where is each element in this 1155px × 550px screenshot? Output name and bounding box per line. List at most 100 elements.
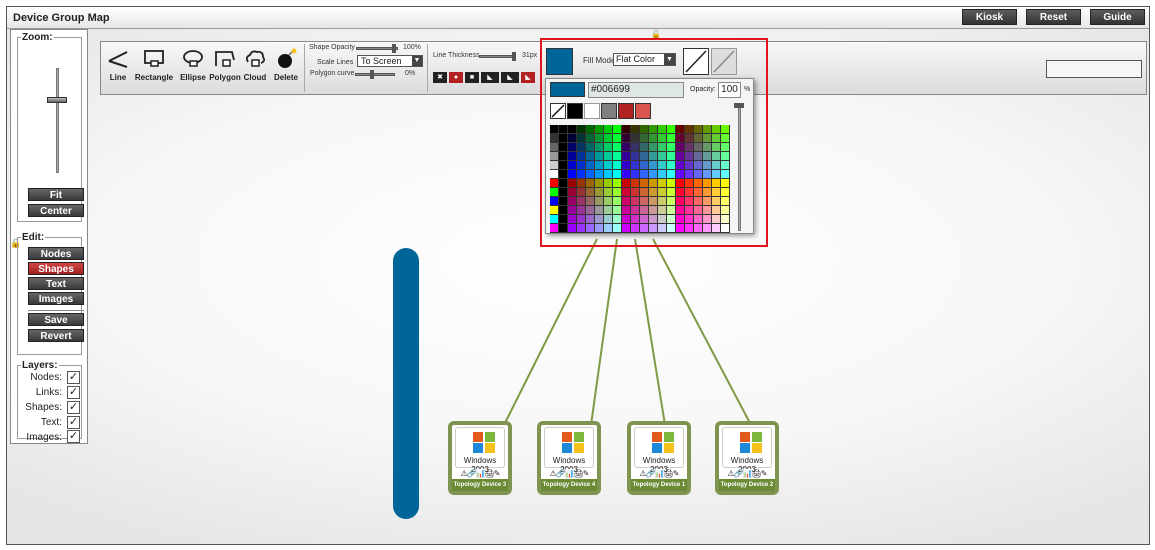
scale-lines-selected: To Screen <box>361 56 402 66</box>
polygon-curve-label: Polygon curve <box>310 70 355 77</box>
edit-group: Edit: Nodes Shapes Text Images Save Reve… <box>17 232 84 355</box>
node-name: Topology Device 2 <box>719 479 775 491</box>
node-card: Windows 2003 <box>634 427 684 474</box>
fit-button[interactable]: Fit <box>28 188 84 201</box>
layer-shapes-row[interactable]: Shapes: ✓ <box>20 401 82 415</box>
zoom-slider-handle[interactable] <box>47 97 67 103</box>
layer-text-row[interactable]: Text: ✓ <box>20 416 82 430</box>
save-button[interactable]: Save <box>28 313 84 326</box>
layer-images-checkbox[interactable]: ✓ <box>67 430 80 443</box>
device-node[interactable]: Windows 2003 ⚠🔗📊🖨✎ Topology Device 4 <box>537 421 601 495</box>
line-tool-label: Line <box>109 73 127 82</box>
left-control-panel: Zoom: Fit Center 🔒 Edit: Nodes Shapes Te… <box>10 29 88 444</box>
link-line[interactable] <box>652 238 752 426</box>
link-line[interactable] <box>590 238 618 426</box>
rectangle-icon <box>144 50 164 67</box>
node-name: Topology Device 4 <box>541 479 597 491</box>
link-line[interactable] <box>634 238 666 426</box>
zoom-label: Zoom: <box>21 32 54 43</box>
zoom-group: Zoom: Fit Center <box>17 32 84 222</box>
line-thickness-value: 31px <box>522 52 538 59</box>
node-name: Topology Device 3 <box>452 479 508 491</box>
nodes-edit-button[interactable]: Nodes <box>28 247 84 260</box>
reset-button[interactable]: Reset <box>1026 9 1081 25</box>
windows-logo-icon <box>562 432 584 453</box>
text-edit-button[interactable]: Text <box>28 277 84 290</box>
windows-logo-icon <box>473 432 495 453</box>
cloud-icon <box>245 50 266 67</box>
windows-logo-icon <box>740 432 762 453</box>
title-bar: Device Group Map Kiosk Reset Guide <box>7 7 1149 29</box>
link-line[interactable] <box>503 238 598 426</box>
polygon-tool-label: Polygon <box>209 73 241 82</box>
chevron-down-icon: ▼ <box>412 56 422 66</box>
polygon-curve-handle[interactable] <box>370 70 374 79</box>
rectangle-tool[interactable]: Rectangle <box>131 48 177 82</box>
shape-opacity-value: 100% <box>403 44 421 51</box>
scale-lines-select[interactable]: To Screen ▼ <box>357 55 423 67</box>
polygon-curve-slider[interactable] <box>355 73 395 76</box>
polygon-curve-value: 0% <box>405 70 416 77</box>
line-join-round-icon[interactable]: ◣ <box>521 72 535 83</box>
layer-images-row[interactable]: Images: ✓ <box>20 430 82 443</box>
shape-opacity-handle[interactable] <box>392 44 396 53</box>
ellipse-tool-label: Ellipse <box>180 73 206 82</box>
layer-links-checkbox[interactable]: ✓ <box>67 386 80 399</box>
layer-label: Text: <box>40 417 62 428</box>
device-node[interactable]: Windows 2003 ⚠🔗📊🖨✎ Topology Device 1 <box>627 421 691 495</box>
layer-label: Images: <box>26 432 62 443</box>
cloud-tool-label: Cloud <box>243 73 267 82</box>
delete-tool[interactable]: Delete <box>271 48 301 82</box>
line-join-bevel-icon[interactable]: ◣ <box>501 72 519 83</box>
layer-label: Links: <box>35 387 62 398</box>
layer-label: Shapes: <box>25 402 62 413</box>
delete-tool-label: Delete <box>273 73 298 82</box>
line-thickness-handle[interactable] <box>512 52 516 61</box>
line-cap-none-icon[interactable]: ✖ <box>433 72 447 83</box>
node-card: Windows 2003 <box>722 427 772 474</box>
line-tool[interactable]: Line <box>105 48 131 82</box>
kiosk-button[interactable]: Kiosk <box>962 9 1017 25</box>
highlight-box <box>540 38 768 247</box>
windows-logo-icon <box>652 432 674 453</box>
device-node[interactable]: Windows 2003 ⚠🔗📊🖨✎ Topology Device 3 <box>448 421 512 495</box>
zoom-slider-track[interactable] <box>56 68 59 173</box>
status-icons: ⚠🔗📊🖨✎ <box>460 469 501 478</box>
toolbar-divider <box>427 44 428 92</box>
line-join-miter-icon[interactable]: ◣ <box>481 72 499 83</box>
guide-button[interactable]: Guide <box>1090 9 1145 25</box>
line-icon <box>108 51 128 68</box>
line-cap-round-icon[interactable]: ● <box>449 72 463 83</box>
node-card: Windows 2003 <box>455 427 505 474</box>
shape-opacity-label: Shape Opacity <box>309 44 355 51</box>
rectangle-tool-label: Rectangle <box>134 73 174 82</box>
layer-links-row[interactable]: Links: ✓ <box>20 386 82 400</box>
line-cap-square-icon[interactable]: ■ <box>465 72 479 83</box>
status-icons: ⚠🔗📊🖨✎ <box>549 469 590 478</box>
cloud-tool[interactable]: Cloud <box>241 48 269 82</box>
ellipse-icon <box>183 50 203 67</box>
node-card: Windows 2003 <box>544 427 594 474</box>
polygon-tool[interactable]: Polygon <box>209 48 241 82</box>
layer-nodes-row[interactable]: Nodes: ✓ <box>20 371 82 385</box>
device-group-map-window: Device Group Map Kiosk Reset Guide Zoom:… <box>6 6 1150 545</box>
layers-label: Layers: <box>21 360 59 371</box>
images-edit-button[interactable]: Images <box>28 292 84 305</box>
layer-text-checkbox[interactable]: ✓ <box>67 416 80 429</box>
device-node[interactable]: Windows 2003 ⚠🔗📊🖨✎ Topology Device 2 <box>715 421 779 495</box>
shapes-edit-button[interactable]: Shapes <box>28 262 84 275</box>
node-name: Topology Device 1 <box>631 479 687 491</box>
center-button[interactable]: Center <box>28 204 84 217</box>
layer-nodes-checkbox[interactable]: ✓ <box>67 371 80 384</box>
layer-shapes-checkbox[interactable]: ✓ <box>67 401 80 414</box>
bomb-icon <box>278 48 297 68</box>
revert-button[interactable]: Revert <box>28 329 84 342</box>
status-icons: ⚠🔗📊🖨✎ <box>639 469 680 478</box>
search-field[interactable] <box>1046 60 1142 78</box>
line-thickness-slider[interactable] <box>479 55 515 58</box>
polygon-icon <box>215 51 235 67</box>
scale-lines-label: Scale Lines <box>317 59 354 66</box>
edit-label: Edit: <box>21 232 46 243</box>
divider <box>28 310 84 311</box>
ellipse-tool[interactable]: Ellipse <box>177 48 209 82</box>
